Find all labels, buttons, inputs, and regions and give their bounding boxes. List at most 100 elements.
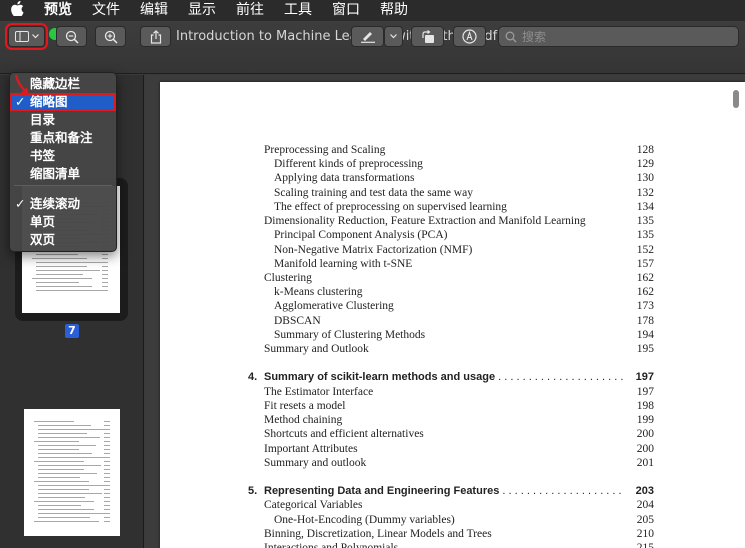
toc-page-number: 201 <box>636 457 654 469</box>
menu-go[interactable]: 前往 <box>226 0 274 21</box>
toc-entry-row[interactable]: Scaling training and test data the same … <box>274 186 654 200</box>
toc-entry-title: Summary and Outlook <box>264 343 369 355</box>
toc-page-number: 132 <box>636 187 654 199</box>
thumbnail-page-ref <box>104 493 110 494</box>
toc-entry-row[interactable]: Different kinds of preprocessing 129 <box>274 157 654 171</box>
toc-entry-row[interactable]: Clustering 162 <box>264 271 654 285</box>
thumbnail-page-ref <box>104 461 110 462</box>
pdf-page: Preprocessing and Scaling 128 Different ki… <box>160 82 745 548</box>
menu-continuous-scroll[interactable]: ✓ 连续滚动 <box>10 195 116 213</box>
toc-entry-row[interactable]: Preprocessing and Scaling 128 <box>264 143 654 157</box>
thumbnail-text-line <box>38 497 85 498</box>
markup-menu-button[interactable] <box>384 26 403 47</box>
rotate-button[interactable] <box>411 26 444 47</box>
thumbnail-text-line <box>34 421 74 422</box>
toc-entry-row[interactable]: Applying data transformations 130 <box>274 171 654 185</box>
menu-toc[interactable]: 目录 <box>10 111 116 129</box>
toc-entry-row[interactable]: Fit resets a model 198 <box>264 399 654 413</box>
toc-entry-row[interactable]: Summary of Clustering Methods 194 <box>274 328 654 342</box>
markup-pen-button[interactable] <box>351 26 384 47</box>
toc-entry-row[interactable]: The Estimator Interface 197 <box>264 385 654 399</box>
menu-preview[interactable]: 预览 <box>34 0 82 21</box>
menu-item-label: 缩略图 <box>30 94 68 109</box>
thumbnail-page-ref <box>104 477 110 478</box>
toc-page-number: 210 <box>636 528 654 540</box>
apple-menu-icon[interactable] <box>0 0 34 20</box>
menu-window[interactable]: 窗口 <box>322 0 370 21</box>
menu-bar: 预览 文件 编辑 显示 前往 工具 窗口 帮助 <box>0 0 745 21</box>
toc-entry-title: Manifold learning with t-SNE <box>274 258 413 270</box>
thumbnail-text-line <box>38 485 106 486</box>
toc-entry-row[interactable]: Summary and outlook 201 <box>264 456 654 470</box>
share-button[interactable] <box>140 26 171 47</box>
toc-entry-row[interactable]: Important Attributes 200 <box>264 442 654 456</box>
zoom-out-button[interactable] <box>56 26 87 47</box>
toc-entry-row[interactable]: Summary and Outlook 195 <box>264 342 654 356</box>
menu-highlights-notes[interactable]: 重点和备注 <box>10 129 116 147</box>
menu-view[interactable]: 显示 <box>178 0 226 21</box>
thumbnail-page-ref <box>104 501 110 502</box>
toc-entry-row[interactable]: DBSCAN 178 <box>274 314 654 328</box>
zoom-in-button[interactable] <box>95 26 126 47</box>
search-input[interactable] <box>522 29 722 44</box>
thumbnail-text-line <box>36 286 92 287</box>
thumbnail-text-line <box>36 254 78 255</box>
toc-entry-row[interactable]: The effect of preprocessing on supervise… <box>274 200 654 214</box>
toc-entry-row[interactable]: Interactions and Polynomials 215 <box>264 541 654 548</box>
menu-edit[interactable]: 编辑 <box>130 0 178 21</box>
menu-tools[interactable]: 工具 <box>274 0 322 21</box>
thumbnail-text-line <box>34 481 89 482</box>
toc-entry-row[interactable]: Agglomerative Clustering 173 <box>274 299 654 313</box>
thumbnail-text-line <box>32 258 87 259</box>
toc-entry-row[interactable]: Shortcuts and efficient alternatives 200 <box>264 427 654 441</box>
thumbnail-text-line <box>38 505 81 506</box>
toc-page-number: 199 <box>636 414 654 426</box>
document-scrollbar[interactable] <box>733 90 739 108</box>
toc-entry-row[interactable]: Manifold learning with t-SNE 157 <box>274 257 654 271</box>
toc-entry-row[interactable]: Binning, Discretization, Linear Models a… <box>264 527 654 541</box>
thumbnail-text-line <box>36 270 100 271</box>
thumbnail-page-ref <box>102 286 108 287</box>
search-field[interactable] <box>498 26 739 47</box>
menu-file[interactable]: 文件 <box>82 0 130 21</box>
toc-entry-row[interactable]: One-Hot-Encoding (Dummy variables) 205 <box>274 513 654 527</box>
thumbnail-page-ref <box>104 481 110 482</box>
toc-entry-row[interactable]: Dimensionality Reduction, Feature Extrac… <box>264 214 654 228</box>
thumbnail-page-ref <box>104 517 110 518</box>
thumbnail-page-ref <box>104 433 110 434</box>
toc-page-number: 195 <box>636 343 654 355</box>
toc-chapter-row[interactable]: 5. Representing Data and Engineering Feat… <box>248 484 654 498</box>
menu-item-label: 缩图清单 <box>30 166 81 181</box>
page-thumbnail-8[interactable] <box>24 409 120 536</box>
toc-page-number: 162 <box>636 272 654 284</box>
menu-bookmarks[interactable]: 书签 <box>10 147 116 165</box>
thumbnail-page-ref <box>104 445 110 446</box>
toc-entry-row[interactable]: Non-Negative Matrix Factorization (NMF) 1… <box>274 243 654 257</box>
thumbnail-page-ref <box>104 473 110 474</box>
toc-entry-title: Interactions and Polynomials <box>264 542 399 548</box>
toc-entry-title: One-Hot-Encoding (Dummy variables) <box>274 514 455 526</box>
thumbnail-page-ref <box>104 449 110 450</box>
toc-entry-row[interactable]: Principal Component Analysis (PCA) 135 <box>274 228 654 242</box>
menu-help[interactable]: 帮助 <box>370 0 418 21</box>
thumbnail-page-ref <box>104 425 110 426</box>
thumbnail-text-line <box>34 501 94 502</box>
menu-item-label: 隐藏边栏 <box>30 76 81 91</box>
toc-entry-row[interactable]: Method chaining 199 <box>264 413 654 427</box>
menu-single-page[interactable]: 单页 <box>10 213 116 231</box>
toc-entry-title: The effect of preprocessing on supervise… <box>274 201 507 213</box>
thumbnail-text-line <box>34 521 99 522</box>
sidebar-view-button[interactable] <box>5 23 48 50</box>
menu-two-pages[interactable]: 双页 <box>10 231 116 249</box>
markup-toolbar-button[interactable] <box>453 26 486 47</box>
toc-page-number: 204 <box>636 499 654 511</box>
menu-item-label: 重点和备注 <box>30 130 93 145</box>
toc-chapter-row[interactable]: 4. Summary of scikit-learn methods and us… <box>248 370 654 384</box>
toc-entry-title: Categorical Variables <box>264 499 363 511</box>
menu-contact-sheet[interactable]: 缩图清单 <box>10 165 116 183</box>
toc-entry-title: Summary of scikit-learn methods and usag… <box>264 370 624 384</box>
toc-entry-title: Scaling training and test data the same … <box>274 187 473 199</box>
toc-entry-row[interactable]: Categorical Variables 204 <box>264 498 654 512</box>
toc-entry-title: Clustering <box>264 272 312 284</box>
toc-entry-row[interactable]: k-Means clustering 162 <box>274 285 654 299</box>
